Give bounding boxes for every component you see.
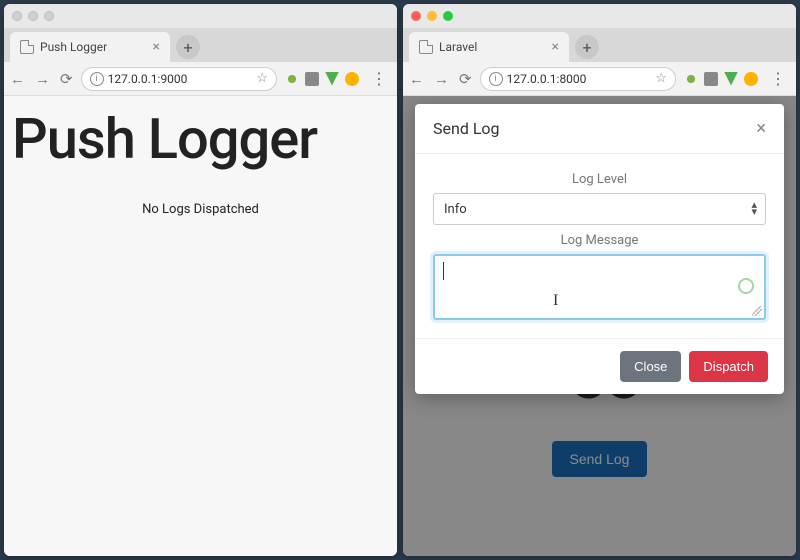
browser-window-right: Laravel × + ← → ⟳ i 127.0.0.1:8000 ☆ ⋮ L… xyxy=(403,4,796,556)
extension-icon[interactable] xyxy=(325,72,339,86)
window-maximize-icon[interactable] xyxy=(443,11,453,21)
modal-footer: Close Dispatch xyxy=(415,338,784,394)
empty-state-text: No Logs Dispatched xyxy=(12,202,389,217)
page-icon xyxy=(20,40,34,54)
menu-icon[interactable]: ⋮ xyxy=(367,69,391,88)
close-button[interactable]: Close xyxy=(620,351,681,382)
close-icon[interactable]: × xyxy=(756,118,766,139)
forward-icon[interactable]: → xyxy=(434,70,449,88)
window-minimize-icon[interactable] xyxy=(427,11,437,21)
window-maximize-icon[interactable] xyxy=(44,11,54,21)
browser-toolbar: ← → ⟳ i 127.0.0.1:8000 ☆ ⋮ xyxy=(403,62,796,96)
resize-handle-icon[interactable] xyxy=(752,306,762,316)
modal-body: Log Level Info ▴▾ Log Message I xyxy=(415,154,784,338)
site-info-icon[interactable]: i xyxy=(489,72,503,86)
new-tab-button[interactable]: + xyxy=(575,35,599,59)
window-titlebar xyxy=(403,4,796,28)
traffic-lights xyxy=(411,11,453,21)
back-icon[interactable]: ← xyxy=(10,70,25,88)
chevron-updown-icon: ▴▾ xyxy=(751,202,757,215)
page-viewport: Push Logger No Logs Dispatched xyxy=(4,96,397,556)
url-text: 127.0.0.1:9000 xyxy=(108,72,188,86)
extension-icons xyxy=(684,72,758,86)
ibeam-cursor-icon: I xyxy=(553,292,558,310)
log-message-input[interactable]: I xyxy=(433,254,766,320)
browser-tab[interactable]: Laravel × xyxy=(409,32,569,62)
close-icon[interactable]: × xyxy=(153,39,160,55)
log-message-label: Log Message xyxy=(433,233,766,248)
page-title: Push Logger xyxy=(12,106,389,172)
log-level-value: Info xyxy=(444,202,467,217)
tab-title: Laravel xyxy=(439,40,477,54)
nav-controls: ← → ⟳ xyxy=(409,70,472,88)
address-bar[interactable]: i 127.0.0.1:8000 ☆ xyxy=(480,67,676,91)
browser-window-left: Push Logger × + ← → ⟳ i 127.0.0.1:9000 ☆… xyxy=(4,4,397,556)
page-icon xyxy=(419,40,433,54)
back-icon[interactable]: ← xyxy=(409,70,424,88)
extension-icon[interactable] xyxy=(724,72,738,86)
bookmark-icon[interactable]: ☆ xyxy=(655,71,667,86)
new-tab-button[interactable]: + xyxy=(176,35,200,59)
browser-tab[interactable]: Push Logger × xyxy=(10,32,170,62)
grammarly-icon[interactable] xyxy=(738,278,754,294)
page-viewport: Logger Send Log Send Log × Log Level Inf… xyxy=(403,96,796,556)
address-bar[interactable]: i 127.0.0.1:9000 ☆ xyxy=(81,67,277,91)
send-log-modal: Send Log × Log Level Info ▴▾ Log Message… xyxy=(415,104,784,394)
window-close-icon[interactable] xyxy=(12,11,22,21)
tab-strip: Push Logger × + xyxy=(4,28,397,62)
tab-strip: Laravel × + xyxy=(403,28,796,62)
text-caret-icon xyxy=(443,262,444,280)
reload-icon[interactable]: ⟳ xyxy=(60,70,73,88)
dispatch-button[interactable]: Dispatch xyxy=(689,351,768,382)
bookmark-icon[interactable]: ☆ xyxy=(256,71,268,86)
browser-toolbar: ← → ⟳ i 127.0.0.1:9000 ☆ ⋮ xyxy=(4,62,397,96)
window-titlebar xyxy=(4,4,397,28)
window-minimize-icon[interactable] xyxy=(28,11,38,21)
extension-icon[interactable] xyxy=(285,72,299,86)
url-text: 127.0.0.1:8000 xyxy=(507,72,587,86)
nav-controls: ← → ⟳ xyxy=(10,70,73,88)
menu-icon[interactable]: ⋮ xyxy=(766,69,790,88)
close-icon[interactable]: × xyxy=(552,39,559,55)
extension-icons xyxy=(285,72,359,86)
extension-icon[interactable] xyxy=(305,72,319,86)
extension-icon[interactable] xyxy=(704,72,718,86)
forward-icon[interactable]: → xyxy=(35,70,50,88)
traffic-lights xyxy=(12,11,54,21)
site-info-icon[interactable]: i xyxy=(90,72,104,86)
window-close-icon[interactable] xyxy=(411,11,421,21)
modal-title: Send Log xyxy=(433,119,500,138)
reload-icon[interactable]: ⟳ xyxy=(459,70,472,88)
extension-icon[interactable] xyxy=(684,72,698,86)
extension-icon[interactable] xyxy=(345,72,359,86)
tab-title: Push Logger xyxy=(40,40,107,54)
log-level-select[interactable]: Info ▴▾ xyxy=(433,193,766,225)
modal-header: Send Log × xyxy=(415,104,784,154)
log-level-label: Log Level xyxy=(433,172,766,187)
extension-icon[interactable] xyxy=(744,72,758,86)
